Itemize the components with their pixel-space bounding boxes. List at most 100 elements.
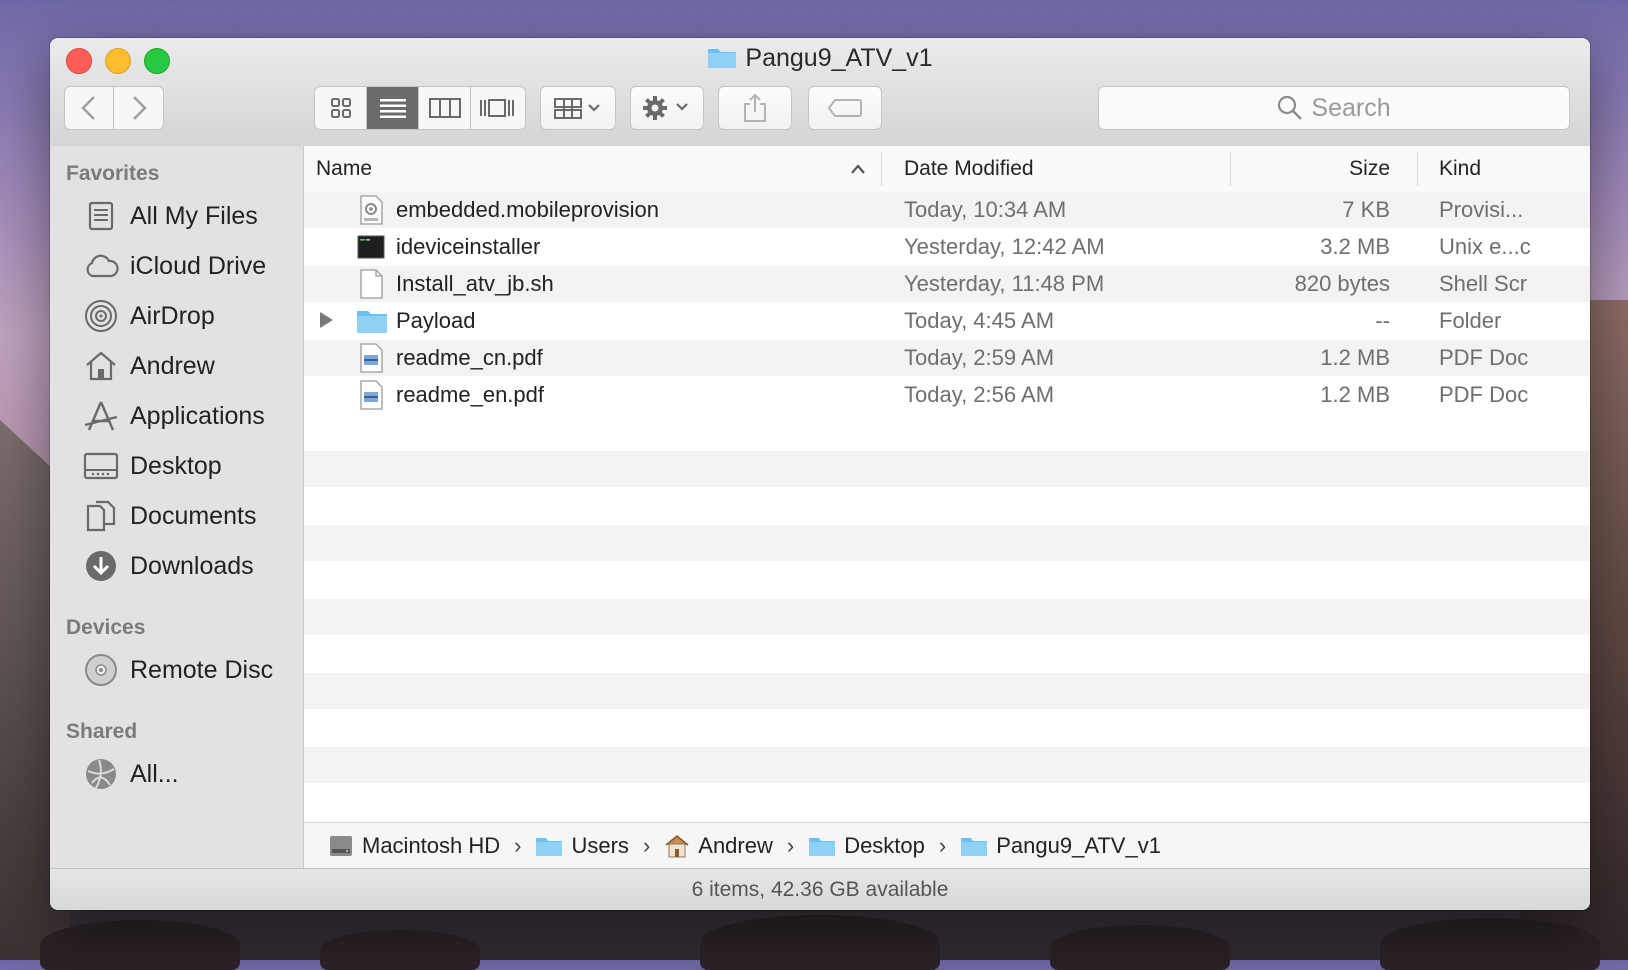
arrange-icon: [554, 98, 600, 119]
sidebar-item-icloud-drive[interactable]: iCloud Drive: [82, 244, 302, 288]
path-item-andrew[interactable]: Andrew: [664, 833, 773, 859]
folder-icon: [707, 45, 737, 76]
sidebar-item-documents[interactable]: Documents: [82, 494, 302, 538]
column-separator[interactable]: [1230, 152, 1231, 186]
file-size: 1.2 MB: [1320, 382, 1390, 407]
file-date: Today, 4:45 AM: [904, 308, 1055, 333]
back-button[interactable]: [65, 87, 115, 129]
pdf-file-icon: [356, 380, 386, 410]
empty-row: [304, 599, 1590, 635]
sidebar-item-label: Applications: [130, 401, 265, 430]
path-item-label: Andrew: [698, 832, 773, 858]
sidebar-item-remote-disc[interactable]: Remote Disc: [82, 648, 302, 692]
disclosure-triangle-icon[interactable]: [320, 312, 333, 328]
sidebar-item-all-my-files[interactable]: All My Files: [82, 194, 302, 238]
tags-button[interactable]: [808, 86, 882, 130]
disc-icon: [82, 651, 120, 689]
column-view-icon: [428, 98, 461, 118]
home-icon: [82, 347, 120, 385]
file-kind: PDF Doc: [1439, 345, 1529, 370]
terminal-exec-icon: [356, 232, 386, 262]
column-header-date[interactable]: Date Modified: [904, 146, 1034, 192]
forward-button[interactable]: [114, 87, 163, 129]
nav-buttons: [64, 86, 164, 130]
table-row[interactable]: embedded.mobileprovision Today, 10:34 AM…: [304, 192, 1590, 228]
column-header-name[interactable]: Name: [316, 146, 372, 192]
sidebar-item-label: Andrew: [130, 351, 215, 380]
path-item-label: Macintosh HD: [362, 832, 501, 858]
chevron-right-icon: [132, 96, 147, 120]
path-item-desktop[interactable]: Desktop: [808, 833, 925, 859]
status-bar: 6 items, 42.36 GB available: [50, 868, 1590, 910]
empty-row: [304, 673, 1590, 709]
action-button[interactable]: [630, 86, 704, 130]
table-row[interactable]: Install_atv_jb.sh Yesterday, 11:48 PM 82…: [304, 266, 1590, 302]
sidebar: Favorites All My Files iCloud Drive AirD…: [50, 146, 304, 868]
folder-icon: [535, 835, 563, 857]
share-icon: [744, 93, 766, 122]
file-kind: Provisi...: [1439, 197, 1524, 222]
file-kind: Shell Scr: [1439, 271, 1528, 296]
window-title: Pangu9_ATV_v1: [745, 44, 933, 72]
file-date: Yesterday, 11:48 PM: [904, 271, 1105, 296]
column-header: Name Date Modified Size Kind: [304, 146, 1590, 193]
sidebar-item-desktop[interactable]: Desktop: [82, 444, 302, 488]
cover-flow-button[interactable]: [471, 87, 523, 129]
sidebar-item-label: All My Files: [130, 201, 258, 230]
column-view-button[interactable]: [419, 87, 471, 129]
list-view-button[interactable]: [367, 87, 419, 129]
chevron-left-icon: [81, 96, 95, 120]
path-item-users[interactable]: Users: [535, 833, 629, 859]
icon-view-button[interactable]: [315, 87, 367, 129]
sidebar-item-label: Desktop: [130, 451, 222, 480]
sidebar-item-label: Remote Disc: [130, 655, 274, 684]
sidebar-item-downloads[interactable]: Downloads: [82, 544, 302, 588]
path-bar: Macintosh HD › Users › Andrew › Desktop …: [304, 822, 1590, 868]
file-size: --: [1375, 308, 1390, 333]
arrange-button[interactable]: [540, 86, 616, 130]
sidebar-item-airdrop[interactable]: AirDrop: [82, 294, 302, 338]
favorites-heading: Favorites: [66, 162, 160, 185]
file-kind: PDF Doc: [1439, 382, 1529, 407]
file-date: Today, 2:56 AM: [904, 382, 1055, 407]
sidebar-item-label: iCloud Drive: [130, 251, 267, 280]
column-separator[interactable]: [1417, 152, 1418, 186]
folder-icon: [960, 835, 988, 857]
file-size: 7 KB: [1342, 197, 1390, 222]
sidebar-item-shared-all[interactable]: All...: [82, 752, 302, 796]
title-bar[interactable]: Pangu9_ATV_v1 Search: [50, 38, 1590, 147]
devices-heading: Devices: [66, 616, 146, 639]
file-name: readme_cn.pdf: [396, 345, 543, 370]
sidebar-item-applications[interactable]: Applications: [82, 394, 302, 438]
file-size: 820 bytes: [1294, 271, 1390, 296]
search-placeholder: Search: [1311, 93, 1391, 122]
table-row[interactable]: readme_en.pdf Today, 2:56 AM 1.2 MB PDF …: [304, 377, 1590, 413]
share-button[interactable]: [718, 86, 792, 130]
airdrop-icon: [82, 297, 120, 335]
home-icon: [664, 834, 690, 858]
cover-flow-icon: [480, 99, 514, 117]
table-row[interactable]: ideviceinstaller Yesterday, 12:42 AM 3.2…: [304, 229, 1590, 265]
network-icon: [82, 755, 120, 793]
path-separator: ›: [514, 832, 522, 858]
sort-ascending-icon[interactable]: [850, 146, 866, 192]
table-row[interactable]: readme_cn.pdf Today, 2:59 AM 1.2 MB PDF …: [304, 340, 1590, 376]
table-row[interactable]: Payload Today, 4:45 AM -- Folder: [304, 303, 1590, 339]
search-field[interactable]: Search: [1098, 86, 1570, 130]
folder-icon: [356, 306, 387, 336]
list-view-icon: [379, 99, 406, 118]
path-item-macintosh-hd[interactable]: Macintosh HD: [328, 833, 500, 859]
sidebar-item-label: Downloads: [130, 551, 254, 580]
sidebar-item-label: All...: [130, 759, 179, 788]
column-header-kind[interactable]: Kind: [1439, 146, 1481, 192]
column-separator[interactable]: [881, 152, 882, 186]
file-date: Today, 2:59 AM: [904, 345, 1055, 370]
applications-icon: [82, 397, 120, 435]
path-separator: ›: [642, 832, 651, 858]
column-header-size[interactable]: Size: [1234, 146, 1390, 192]
empty-row: [304, 747, 1590, 783]
path-item-pangu9-atv-v1[interactable]: Pangu9_ATV_v1: [960, 833, 1161, 859]
shared-heading: Shared: [66, 720, 138, 743]
sidebar-item-andrew[interactable]: Andrew: [82, 344, 302, 388]
folder-icon: [808, 835, 836, 857]
